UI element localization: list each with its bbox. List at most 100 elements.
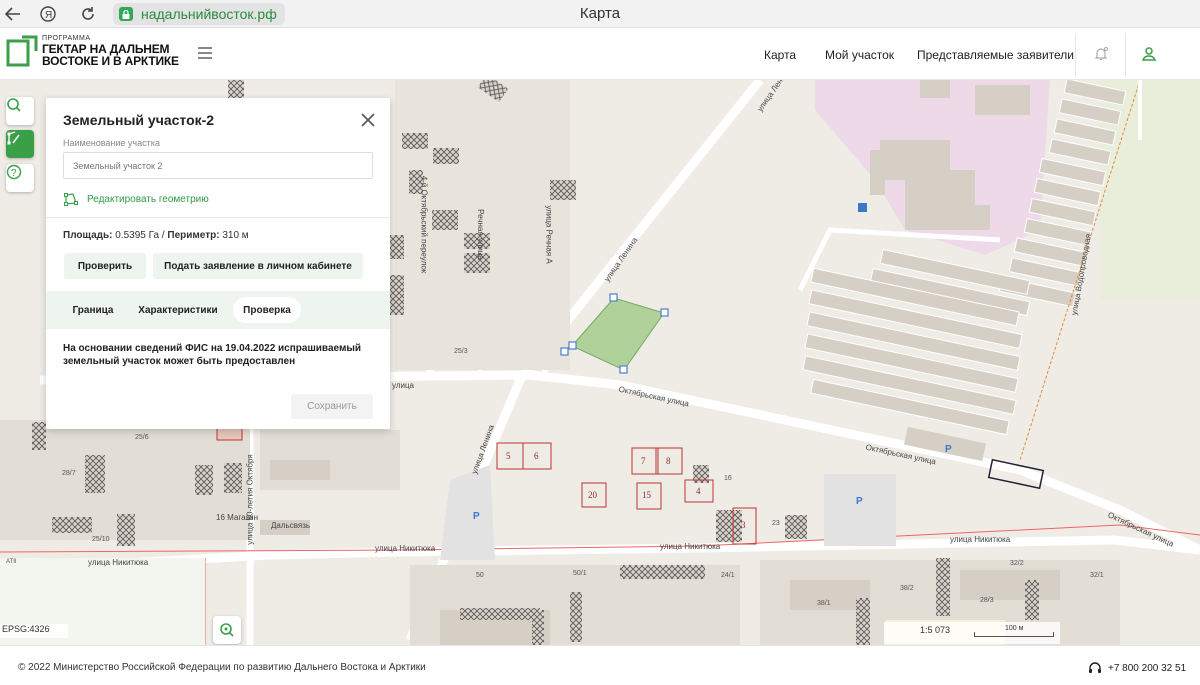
plot-name-input[interactable] [63, 152, 373, 179]
search-tool-button[interactable] [6, 97, 34, 125]
panel-title: Земельный участок-2 [63, 112, 215, 128]
tab-characteristics[interactable]: Характеристики [130, 297, 226, 323]
building [960, 570, 1060, 600]
hatched-building [856, 598, 870, 645]
perimeter-label: Периметр: [167, 230, 220, 241]
hatched-building [570, 592, 582, 642]
site-footer: © 2022 Министерство Российской Федерации… [0, 645, 1200, 685]
tab-border[interactable]: Граница [64, 297, 122, 323]
house-number: 25/3 [454, 348, 468, 355]
bell-icon[interactable] [1090, 43, 1112, 65]
copyright-text: © 2022 Министерство Российской Федерации… [18, 662, 426, 673]
building [960, 205, 990, 230]
draw-polygon-icon [7, 131, 20, 145]
scale-label: 100 м [1005, 625, 1024, 632]
plot-number: 15 [642, 490, 651, 500]
scale-bar [974, 632, 1054, 637]
house-number: 23 [772, 520, 780, 527]
nav-map[interactable]: Карта [764, 48, 796, 62]
area-label: Площадь: [63, 230, 113, 241]
logo-mark-icon [6, 35, 38, 67]
building [870, 150, 885, 195]
street-label: Речная улица [475, 209, 485, 260]
parking-label: P [473, 511, 480, 522]
plot-number: 7 [641, 456, 646, 466]
hatched-building [195, 465, 213, 495]
tab-check[interactable]: Проверка [233, 297, 301, 323]
parking-label: P [856, 496, 863, 507]
draw-plot-tool-button[interactable] [6, 130, 34, 158]
house-number: 50 [476, 572, 484, 579]
phone-number: +7 800 200 32 51 [1108, 662, 1187, 674]
browser-toolbar: Я надальнийвосток.рф Карта [0, 0, 1200, 28]
hatched-building [936, 558, 950, 616]
parking-label: P [945, 444, 952, 455]
user-icon[interactable] [1138, 43, 1160, 65]
save-button[interactable]: Сохранить [291, 394, 373, 419]
nav-my-plot[interactable]: Мой участок [825, 48, 894, 62]
search-icon [7, 98, 21, 112]
parking-area [440, 465, 495, 560]
hatched-building [85, 455, 105, 493]
header-separator [1125, 34, 1126, 76]
hatched-building [52, 517, 92, 533]
edit-geometry-label: Редактировать геометрию [87, 193, 209, 205]
back-arrow-icon[interactable] [2, 3, 24, 25]
hatched-building [228, 80, 244, 98]
house-number: 38/2 [900, 585, 914, 592]
house-number: 28/3 [980, 597, 994, 604]
building [920, 80, 950, 98]
plot-number: 6 [534, 451, 539, 461]
svg-text:?: ? [11, 168, 17, 179]
street-label: 4-й Октябрьский переулок [419, 175, 429, 274]
yandex-logo-icon[interactable]: Я [37, 3, 59, 25]
zoom-to-plot-button[interactable] [213, 616, 241, 644]
site-header: ПРОГРАММА ГЕКТАР НА ДАЛЬНЕМ ВОСТОКЕ И В … [0, 29, 1200, 80]
house-number: 16 [724, 475, 732, 482]
hatched-building [785, 515, 807, 539]
drawn-land-plot[interactable] [571, 297, 665, 371]
submit-application-button[interactable]: Подать заявление в личном кабинете [153, 253, 363, 279]
plot-number: 3 [741, 520, 746, 530]
panel-divider [46, 217, 390, 218]
burger-menu-icon[interactable] [198, 47, 212, 59]
street-label: улица 50-летия Октября [245, 454, 255, 545]
hatched-building [390, 235, 404, 259]
reload-icon[interactable] [77, 3, 99, 25]
street-label: улица Никитюка [375, 544, 436, 553]
panel-tabs: Граница Характеристики Проверка [46, 291, 390, 329]
address-bar[interactable]: надальнийвосток.рф [113, 3, 285, 25]
check-button[interactable]: Проверить [64, 253, 146, 279]
scale-ratio: 1:5 073 [920, 625, 951, 635]
program-logo[interactable]: ПРОГРАММА ГЕКТАР НА ДАЛЬНЕМ ВОСТОКЕ И В … [6, 35, 179, 69]
check-result-text: На основании сведений ФИС на 19.04.2022 … [63, 343, 362, 367]
land-plot-panel: Земельный участок-2 Наименование участка… [46, 98, 390, 429]
street-label: улица Никитюка [88, 558, 149, 567]
street-label: улица Никитюка [950, 535, 1011, 544]
help-tool-button[interactable]: ? [6, 164, 34, 192]
logo-line-2: ВОСТОКЕ И В АРКТИКЕ [42, 54, 179, 68]
edit-geometry-icon [64, 193, 78, 206]
support-phone[interactable]: +7 800 200 32 51 [1088, 661, 1186, 675]
lock-icon [119, 7, 133, 21]
hatched-building [432, 210, 458, 230]
hatched-building [1025, 580, 1039, 620]
area-perimeter-info: Площадь: 0.5395 Га / Периметр: 310 м [63, 230, 249, 241]
hatched-building [433, 148, 459, 164]
perimeter-value: 310 м [222, 230, 249, 241]
edit-geometry-link[interactable]: Редактировать геометрию [63, 191, 209, 207]
hatched-building [620, 565, 705, 579]
hatched-building [117, 514, 135, 546]
hatched-building [716, 510, 742, 542]
plot-name-label: Наименование участка [63, 138, 160, 148]
url-text: надальнийвосток.рф [141, 6, 277, 22]
hatched-building [224, 463, 242, 493]
plot-number: 5 [506, 451, 511, 461]
hatched-building [390, 275, 404, 315]
nav-represented-applicants[interactable]: Представляемые заявители [917, 48, 1074, 62]
place-label: 16 Магазин [216, 513, 258, 522]
zoom-search-icon [220, 623, 234, 637]
plot-number: 4 [696, 486, 701, 496]
close-icon[interactable] [359, 111, 377, 129]
house-number: 32/1 [1090, 572, 1104, 579]
